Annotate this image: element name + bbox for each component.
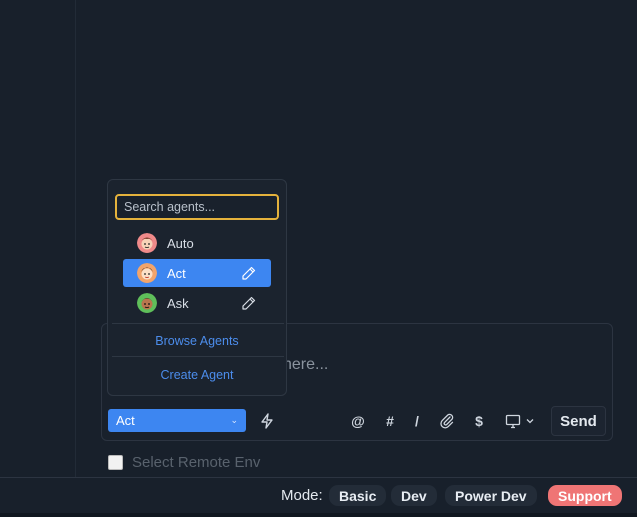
chevron-down-icon — [526, 419, 534, 424]
pencil-icon[interactable] — [241, 295, 257, 311]
dropdown-divider — [112, 356, 284, 357]
chevron-down-icon: ⌄ — [230, 415, 238, 425]
agent-item-label: Act — [167, 265, 186, 281]
agent-dropdown: Auto Act Ask Browse Agents Create Agent — [107, 179, 287, 396]
search-agents-input[interactable] — [115, 194, 279, 220]
agent-item-auto[interactable]: Auto — [123, 229, 271, 257]
agent-select[interactable]: Act ⌄ — [108, 409, 246, 432]
left-panel — [0, 0, 76, 477]
mode-power-dev-button[interactable]: Power Dev — [445, 485, 537, 506]
attach-icon[interactable] — [438, 410, 456, 432]
hash-button[interactable]: # — [382, 410, 398, 432]
lightning-icon[interactable] — [257, 410, 277, 432]
pencil-icon[interactable] — [241, 265, 257, 281]
auto-avatar-icon — [137, 233, 157, 253]
agent-item-act[interactable]: Act — [123, 259, 271, 287]
chat-input-placeholder[interactable]: here... — [283, 356, 328, 374]
agent-item-label: Ask — [167, 295, 189, 311]
agent-select-value: Act — [116, 413, 135, 428]
mode-basic-button[interactable]: Basic — [329, 485, 387, 506]
mode-dev-button[interactable]: Dev — [391, 485, 437, 506]
dollar-button[interactable]: $ — [471, 410, 487, 432]
ask-avatar-icon — [137, 293, 157, 313]
agent-item-label: Auto — [167, 235, 194, 251]
act-avatar-icon — [137, 263, 157, 283]
monitor-icon — [505, 414, 521, 428]
display-select[interactable] — [502, 410, 538, 432]
browse-agents-link[interactable]: Browse Agents — [108, 334, 286, 348]
remote-env-label: Select Remote Env — [132, 454, 261, 471]
mention-button[interactable]: @ — [349, 410, 367, 432]
remote-env-checkbox[interactable] — [108, 455, 123, 470]
agent-item-ask[interactable]: Ask — [123, 289, 271, 317]
footer-edge — [0, 513, 637, 517]
create-agent-link[interactable]: Create Agent — [108, 368, 286, 382]
remote-env-option[interactable]: Select Remote Env — [108, 454, 260, 471]
dropdown-divider — [112, 323, 284, 324]
mode-label: Mode: — [281, 487, 323, 504]
support-button[interactable]: Support — [548, 485, 622, 506]
send-button[interactable]: Send — [551, 406, 606, 436]
slash-button[interactable]: / — [410, 410, 424, 432]
